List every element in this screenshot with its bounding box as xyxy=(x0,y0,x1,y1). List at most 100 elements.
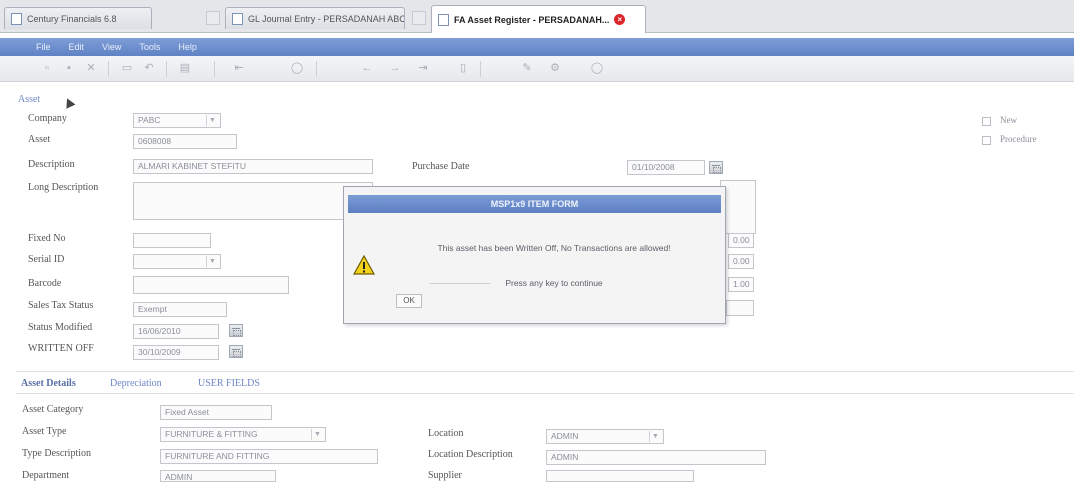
written-off-dialog: MSP1x9 ITEM FORM This asset has been Wri… xyxy=(343,186,726,324)
section-divider xyxy=(16,371,1074,372)
purchase-date-label: Purchase Date xyxy=(412,161,470,172)
attach-icon[interactable]: ▯ xyxy=(456,62,470,75)
browser-tab-asset-register[interactable]: FA Asset Register - PERSADANAH... × xyxy=(431,5,646,33)
tools-icon[interactable]: ⚙ xyxy=(548,62,562,75)
page-icon xyxy=(232,12,243,25)
asset-type-select[interactable]: FURNITURE & FITTING ▼ xyxy=(160,427,326,442)
chevron-down-icon: ▼ xyxy=(649,431,661,442)
prev-icon[interactable]: ← xyxy=(360,62,374,75)
dialog-message: This asset has been Written Off, No Tran… xyxy=(437,243,671,253)
calendar-icon[interactable] xyxy=(229,345,243,358)
company-value: PABC xyxy=(138,115,161,125)
toolbar: ▫ ▪ ✕ ▭ ↶ ▤ ⇤ ◯ ← → ⇥ ▯ ✎ ⚙ ◯ xyxy=(0,56,1074,82)
undo-icon[interactable]: ↶ xyxy=(142,62,156,75)
new-icon[interactable]: ▫ xyxy=(40,62,54,75)
company-select[interactable]: PABC ▼ xyxy=(133,113,221,128)
barcode-field[interactable] xyxy=(133,276,289,294)
menu-help[interactable]: Help xyxy=(178,42,197,52)
toolbar-separator xyxy=(480,61,481,77)
sales-tax-status-field[interactable]: Exempt xyxy=(133,302,227,317)
tab-divider xyxy=(16,393,1074,394)
toolbar-separator xyxy=(108,61,109,77)
type-description-label: Type Description xyxy=(22,448,92,459)
browser-tab-century[interactable]: Century Financials 6.8 xyxy=(4,7,152,29)
close-tab-icon[interactable]: × xyxy=(614,14,626,25)
mouse-cursor-icon xyxy=(62,96,76,109)
first-icon[interactable]: ⇤ xyxy=(232,62,246,75)
procedure-checkbox-label: Procedure xyxy=(1000,134,1037,144)
purchase-date-field[interactable]: 01/10/2008 xyxy=(627,160,705,175)
tab-user-fields[interactable]: USER FIELDS xyxy=(198,378,260,389)
location-label: Location xyxy=(428,428,464,439)
right-value-1[interactable]: 0.00 xyxy=(728,233,754,248)
menu-file[interactable]: File xyxy=(36,42,51,52)
right-value-3[interactable]: 1.00 xyxy=(728,277,754,292)
asset-label: Asset xyxy=(28,134,51,145)
calendar-icon[interactable] xyxy=(709,161,723,174)
menu-edit[interactable]: Edit xyxy=(69,42,85,52)
next-icon[interactable]: → xyxy=(388,62,402,75)
location-select[interactable]: ADMIN ▼ xyxy=(546,429,664,444)
asset-type-label: Asset Type xyxy=(22,426,67,437)
new-checkbox-label: New xyxy=(1000,115,1017,125)
page-icon xyxy=(11,12,22,25)
location-description-label: Location Description xyxy=(428,449,513,460)
edit-icon[interactable]: ✎ xyxy=(520,62,534,75)
menu-view[interactable]: View xyxy=(102,42,121,52)
chevron-down-icon: ▼ xyxy=(206,115,218,126)
description-field[interactable]: ALMARI KABINET STEFITU xyxy=(133,159,373,174)
toolbar-separator xyxy=(166,61,167,77)
save-icon[interactable]: ▪ xyxy=(62,62,76,75)
new-tab-icon[interactable] xyxy=(412,11,426,25)
menu-bar: File Edit View Tools Help xyxy=(0,38,1074,56)
sales-tax-status-label: Sales Tax Status xyxy=(28,300,94,311)
status-modified-field[interactable]: 16/06/2010 xyxy=(133,324,219,339)
delete-icon[interactable]: ✕ xyxy=(84,62,98,75)
department-label: Department xyxy=(22,470,70,481)
ok-button[interactable]: OK xyxy=(396,294,422,308)
menu-tools[interactable]: Tools xyxy=(139,42,160,52)
help-icon[interactable]: ◯ xyxy=(590,62,604,75)
long-description-label: Long Description xyxy=(28,182,99,193)
status-modified-label: Status Modified xyxy=(28,322,93,333)
written-off-field[interactable]: 30/10/2009 xyxy=(133,345,219,360)
section-title: Asset xyxy=(18,94,41,105)
department-value: ADMIN xyxy=(165,472,193,482)
barcode-label: Barcode xyxy=(28,278,62,289)
new-checkbox[interactable] xyxy=(982,117,991,126)
dialog-press-text: Press any key to continue xyxy=(505,278,603,288)
print-icon[interactable]: ▭ xyxy=(120,62,134,75)
location-value: ADMIN xyxy=(551,431,579,441)
toolbar-separator xyxy=(214,61,215,77)
dialog-title: MSP1x9 ITEM FORM xyxy=(348,195,721,213)
asset-type-value: FURNITURE & FITTING xyxy=(165,429,258,439)
calendar-icon[interactable] xyxy=(229,324,243,337)
location-description-field[interactable]: ADMIN xyxy=(546,450,766,465)
supplier-label: Supplier xyxy=(428,470,462,481)
new-tab-icon[interactable] xyxy=(206,11,220,25)
warning-icon xyxy=(353,255,375,275)
long-description-field[interactable] xyxy=(133,182,373,220)
right-value-2[interactable]: 0.00 xyxy=(728,254,754,269)
supplier-select[interactable] xyxy=(546,470,694,482)
fixed-no-label: Fixed No xyxy=(28,233,66,244)
tab-label: FA Asset Register - PERSADANAH... xyxy=(454,14,610,25)
browser-tab-bar: Century Financials 6.8 GL Journal Entry … xyxy=(0,0,1074,33)
tab-depreciation[interactable]: Depreciation xyxy=(110,378,162,389)
company-label: Company xyxy=(28,113,67,124)
serial-id-label: Serial ID xyxy=(28,254,65,265)
last-icon[interactable]: ⇥ xyxy=(416,62,430,75)
serial-id-select[interactable]: ▼ xyxy=(133,254,221,269)
right-empty-field[interactable] xyxy=(726,300,754,316)
tab-asset-details[interactable]: Asset Details xyxy=(21,378,76,389)
find-icon[interactable]: ◯ xyxy=(290,62,304,75)
type-description-field[interactable]: FURNITURE AND FITTING xyxy=(160,449,378,464)
browser-tab-gl-journal[interactable]: GL Journal Entry - PERSADANAH ABC xyxy=(225,7,405,29)
chevron-down-icon: ▼ xyxy=(311,429,323,440)
department-select[interactable]: ADMIN xyxy=(160,470,276,482)
refresh-icon[interactable]: ▤ xyxy=(178,62,192,75)
fixed-no-field[interactable] xyxy=(133,233,211,248)
procedure-checkbox[interactable] xyxy=(982,136,991,145)
asset-category-field[interactable]: Fixed Asset xyxy=(160,405,272,420)
asset-field[interactable]: 0608008 xyxy=(133,134,237,149)
